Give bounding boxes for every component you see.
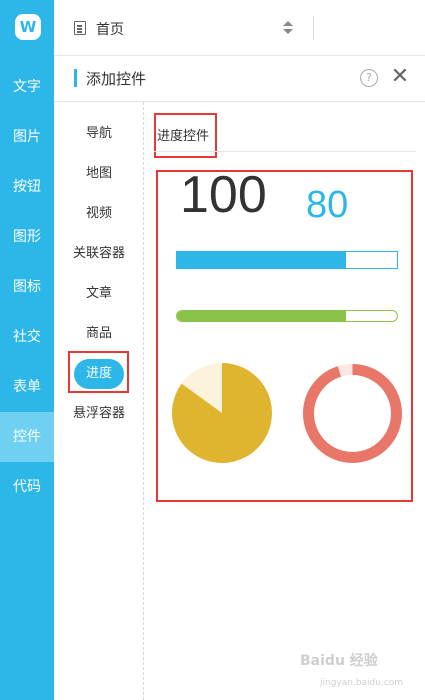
rail-item-text[interactable]: 文字 xyxy=(0,62,54,112)
highlight-box-category xyxy=(68,351,129,393)
category-nav[interactable]: 导航 xyxy=(54,114,144,154)
page-selector-label[interactable]: 首页 xyxy=(96,19,124,39)
highlight-box-progress-widgets xyxy=(156,170,413,502)
top-bar: 首页 xyxy=(54,0,425,56)
panel-title: 添加控件 xyxy=(86,70,147,88)
widget-category-list: 导航 地图 视频 关联容器 文章 商品 进度 悬浮容器 xyxy=(54,102,144,700)
category-floating-container[interactable]: 悬浮容器 xyxy=(54,394,144,434)
help-icon[interactable]: ? xyxy=(360,69,378,87)
category-product[interactable]: 商品 xyxy=(54,314,144,354)
category-video[interactable]: 视频 xyxy=(54,194,144,234)
category-article[interactable]: 文章 xyxy=(54,274,144,314)
rail-item-social[interactable]: 社交 xyxy=(0,312,54,362)
page-document-icon xyxy=(74,21,86,35)
app-logo[interactable]: W xyxy=(15,14,41,40)
topbar-divider xyxy=(313,16,314,40)
category-linked-container[interactable]: 关联容器 xyxy=(54,234,144,274)
page-selector-sort-icon[interactable] xyxy=(282,21,294,35)
rail-item-form[interactable]: 表单 xyxy=(0,362,54,412)
rail-item-image[interactable]: 图片 xyxy=(0,112,54,162)
left-rail: W 文字 图片 按钮 图形 图标 社交 表单 控件 代码 xyxy=(0,0,54,700)
rail-item-widget[interactable]: 控件 xyxy=(0,412,54,462)
category-map[interactable]: 地图 xyxy=(54,154,144,194)
rail-item-code[interactable]: 代码 xyxy=(0,462,54,512)
watermark: Baidu 经验 xyxy=(300,653,378,669)
watermark-sub: jingyan.baidu.com xyxy=(320,678,404,688)
rail-item-shape[interactable]: 图形 xyxy=(0,212,54,262)
close-icon[interactable]: ✕ xyxy=(389,66,411,88)
rail-item-icon[interactable]: 图标 xyxy=(0,262,54,312)
rail-item-button[interactable]: 按钮 xyxy=(0,162,54,212)
section-divider xyxy=(154,151,416,152)
panel-title-accent xyxy=(74,69,77,87)
panel-header: 添加控件 ? ✕ xyxy=(54,56,425,102)
